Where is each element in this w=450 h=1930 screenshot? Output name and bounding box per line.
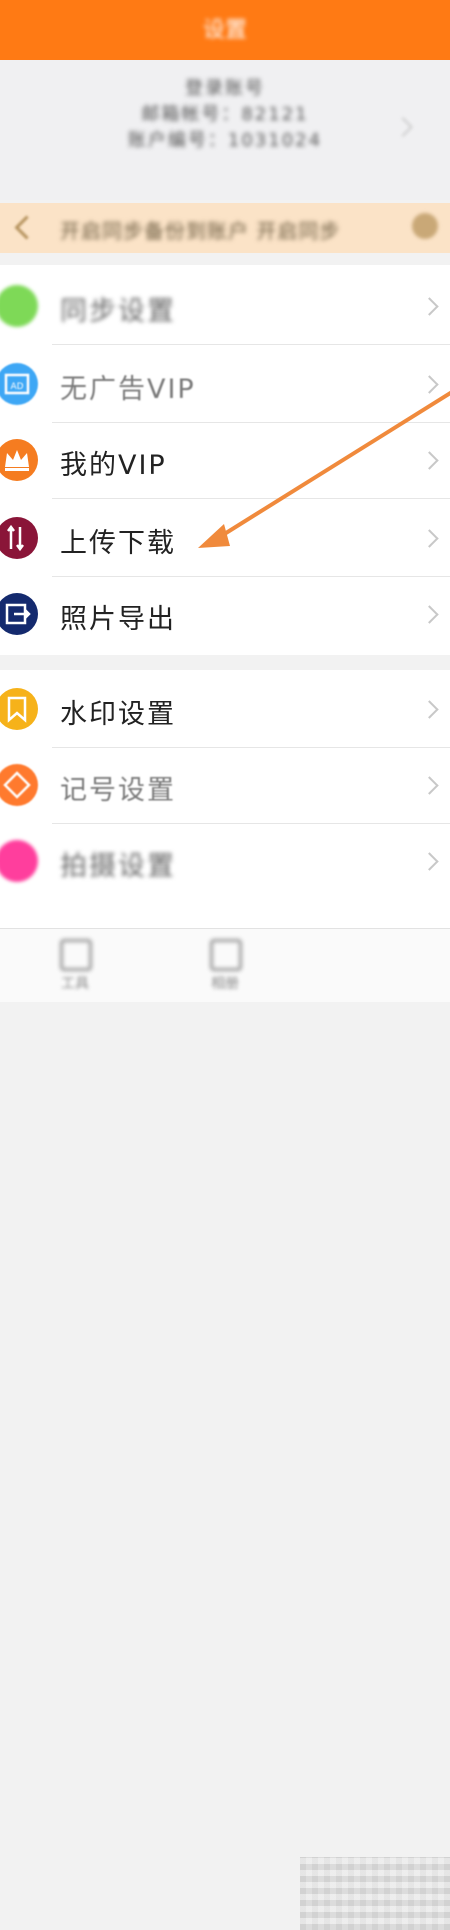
menu-item-no-ads-vip[interactable]: AD 无广告VIP (0, 347, 450, 423)
mark-icon (0, 764, 38, 806)
menu-item-label: 照片导出 (60, 604, 176, 635)
menu-item-label: 记号设置 (60, 775, 176, 806)
menu-item-photo-export[interactable]: 照片导出 (0, 577, 450, 653)
account-title: 登录账号 (185, 78, 265, 99)
camera-settings-icon (0, 840, 38, 882)
page-title: 设置 (202, 18, 247, 43)
svg-text:AD: AD (10, 382, 23, 392)
chevron-right-icon (420, 375, 439, 394)
banner-text: 开启同步备份到账户 开启同步 (60, 219, 341, 243)
menu-item-label: 拍摄设置 (60, 851, 176, 882)
menu-item-upload-download[interactable]: 上传下载 (0, 501, 450, 577)
chevron-left-icon (14, 215, 39, 240)
chevron-right-icon (420, 297, 439, 316)
menu-item-label: 水印设置 (60, 699, 176, 730)
menu-item-label: 我的VIP (60, 450, 167, 481)
account-number: 账户编号：1031024 (127, 130, 323, 151)
tools-icon (60, 939, 92, 971)
chevron-right-icon (420, 852, 439, 871)
export-icon (0, 593, 38, 635)
album-icon (210, 939, 242, 971)
tab-label: 工具 (61, 976, 89, 992)
close-icon[interactable] (412, 213, 438, 239)
menu-item-watermark-settings[interactable]: 水印设置 (0, 672, 450, 748)
menu-item-my-vip[interactable]: 我的VIP (0, 423, 450, 499)
ad-icon: AD (0, 363, 38, 405)
account-panel[interactable]: 登录账号 邮箱帐号：82121 账户编号：1031024 (0, 60, 450, 200)
sync-banner[interactable]: 开启同步备份到账户 开启同步 (0, 203, 450, 253)
chevron-right-icon (420, 700, 439, 719)
menu-item-mark-settings[interactable]: 记号设置 (0, 748, 450, 824)
menu-item-label: 无广告VIP (60, 374, 196, 405)
menu-item-label: 上传下载 (60, 528, 176, 559)
pixelated-area (300, 1857, 450, 1930)
bookmark-icon (0, 688, 38, 730)
top-bar: 设置 (0, 0, 450, 60)
menu-item-sync-settings[interactable]: 同步设置 (0, 269, 450, 345)
account-email: 邮箱帐号：82121 (141, 104, 309, 125)
menu-item-label: 同步设置 (60, 296, 176, 327)
chevron-right-icon (420, 529, 439, 548)
menu-group-account: 同步设置 AD 无广告VIP 我的VIP 上传下载 照片导出 (0, 265, 450, 655)
upload-download-icon (0, 517, 38, 559)
menu-item-camera-settings[interactable]: 拍摄设置 (0, 824, 450, 900)
chevron-right-icon (420, 776, 439, 795)
tab-label: 相册 (211, 976, 239, 992)
tab-album[interactable]: 相册 (150, 929, 300, 1002)
crown-icon (0, 439, 38, 481)
sync-icon (0, 285, 38, 327)
chevron-right-icon (420, 605, 439, 624)
menu-group-settings: 水印设置 记号设置 拍摄设置 (0, 670, 450, 928)
tab-tools[interactable]: 工具 (0, 929, 150, 1002)
chevron-right-icon (420, 451, 439, 470)
bottom-tab-bar: 工具 相册 (0, 928, 450, 1930)
